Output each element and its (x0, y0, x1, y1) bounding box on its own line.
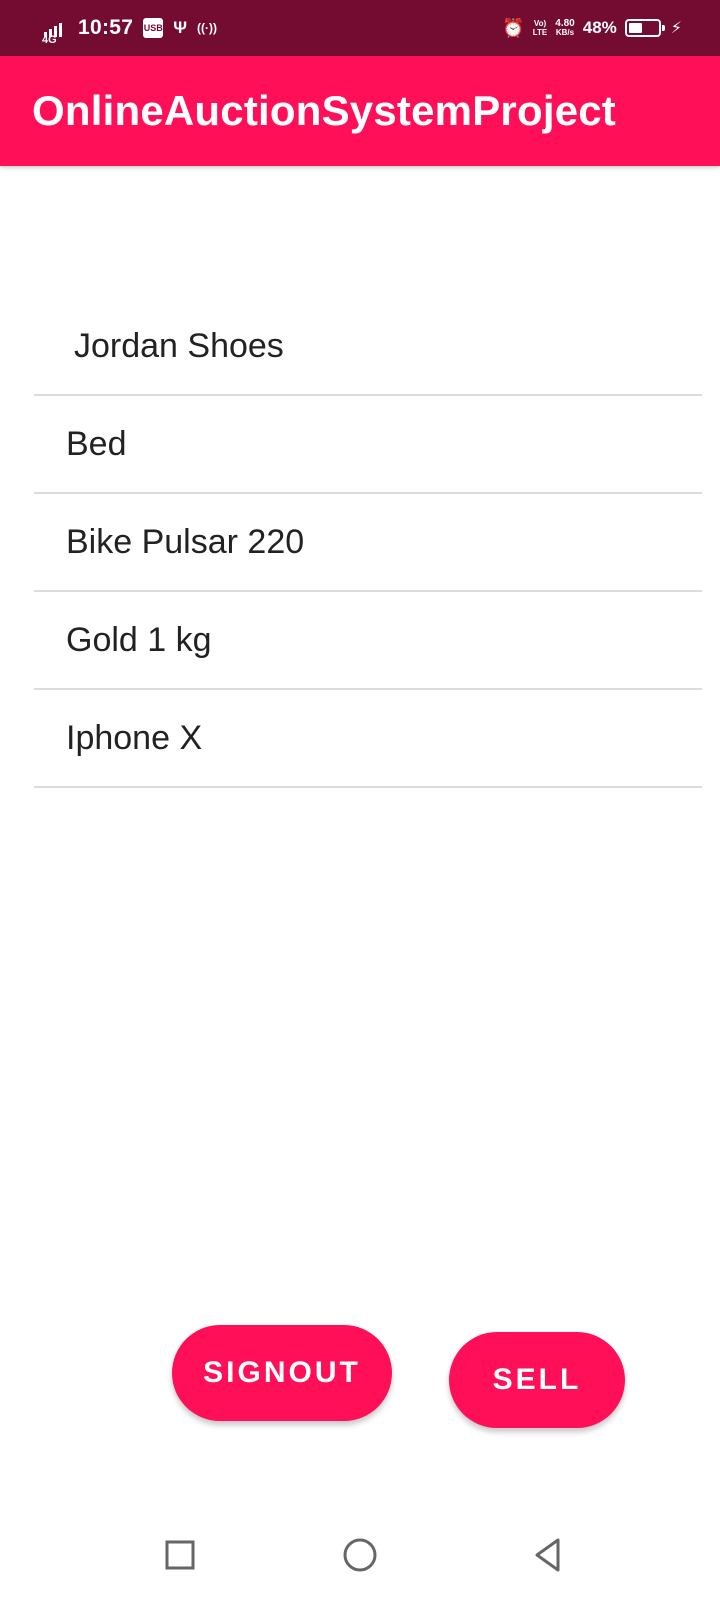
signal-icon: 4G (40, 17, 72, 46)
home-icon[interactable] (335, 1530, 385, 1580)
screen: 4G 10:57 USB Ψ ((·)) ⏰ Vo) LTE 4.80 KB/s (0, 0, 720, 1600)
list-item[interactable]: Bed (34, 396, 702, 494)
app-title: OnlineAuctionSystemProject (32, 87, 616, 134)
list-item[interactable]: Iphone X (34, 690, 702, 788)
network-speed: 4.80 KB/s (555, 18, 575, 38)
usb-debug-icon: USB (143, 18, 164, 38)
recent-apps-icon[interactable] (155, 1530, 205, 1580)
list-item-label: Jordan Shoes (74, 326, 284, 365)
list-item-label: Bike Pulsar 220 (66, 522, 305, 561)
status-bar: 4G 10:57 USB Ψ ((·)) ⏰ Vo) LTE 4.80 KB/s (0, 0, 720, 56)
list-item[interactable]: Bike Pulsar 220 (34, 494, 702, 592)
sell-button[interactable]: SELL (449, 1332, 625, 1428)
app-bar: OnlineAuctionSystemProject (0, 56, 720, 166)
volte-icon: Vo) LTE (532, 19, 548, 37)
list-item-label: Iphone X (66, 718, 203, 757)
auction-item-list: Jordan Shoes Bed Bike Pulsar 220 Gold 1 … (34, 298, 702, 788)
status-bar-left: 4G 10:57 USB Ψ ((·)) (40, 0, 217, 56)
signout-button[interactable]: SIGNOUT (172, 1325, 392, 1421)
list-item[interactable]: Jordan Shoes (34, 298, 702, 396)
charging-icon: ⚡ (670, 20, 682, 37)
alarm-icon: ⏰ (502, 17, 525, 38)
hotspot-icon: ((·)) (196, 21, 217, 35)
list-item[interactable]: Gold 1 kg (34, 592, 702, 690)
status-bar-right: ⏰ Vo) LTE 4.80 KB/s 48% ⚡ (492, 0, 682, 56)
navigation-bar (0, 1510, 720, 1600)
clock: 10:57 (78, 16, 134, 39)
battery-percent: 48% (582, 18, 617, 37)
list-item-label: Bed (66, 424, 127, 463)
battery-icon (624, 19, 665, 37)
usb-icon: Ψ (173, 18, 187, 37)
list-item-label: Gold 1 kg (66, 620, 212, 659)
battery-fill (628, 23, 643, 33)
back-icon[interactable] (523, 1530, 573, 1580)
